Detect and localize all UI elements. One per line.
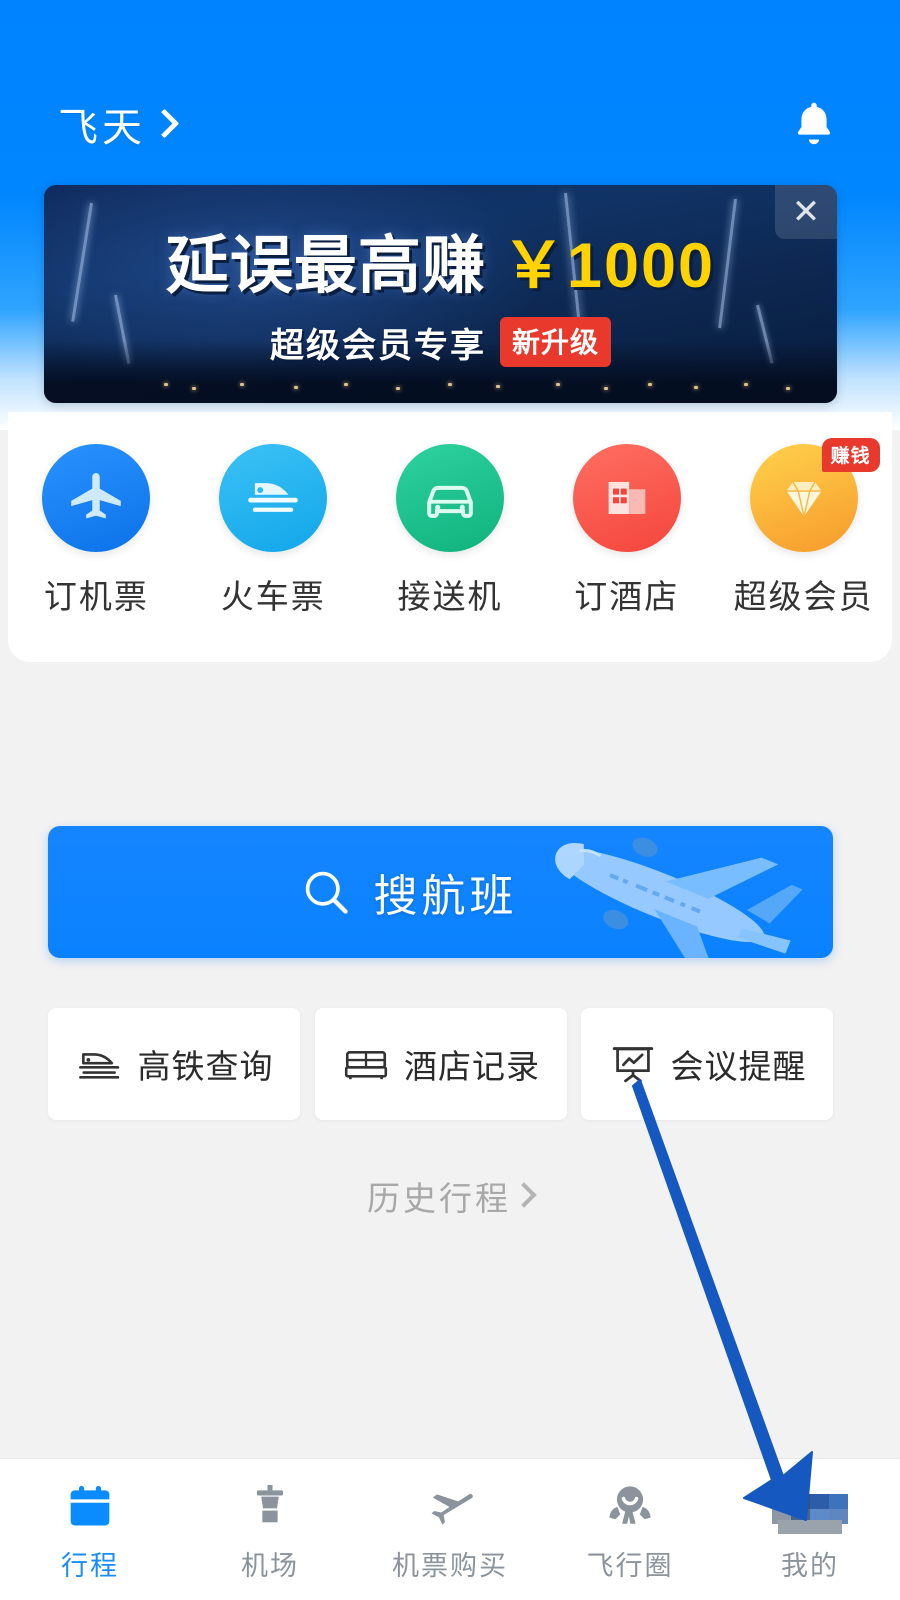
tab-ticket-purchase[interactable]: 机票购买 [360, 1476, 540, 1583]
tab-label: 机场 [241, 1551, 299, 1581]
airplane-illustration [555, 837, 803, 958]
tab-label: 我的 [781, 1551, 839, 1581]
banner-close-button[interactable]: ✕ [775, 185, 837, 239]
app-header: 飞天 [0, 78, 900, 170]
shortcut-highspeed-rail[interactable]: 高铁查询 [48, 1008, 300, 1120]
shortcut-label: 酒店记录 [404, 1048, 540, 1085]
quick-action-label: 订酒店 [574, 578, 680, 615]
quick-action-icon-circle [572, 444, 681, 552]
quick-action-icon-circle [219, 444, 328, 552]
quick-actions-card: 订机票 火车票 接送机 订酒店 赚钱 超级会员 [8, 412, 892, 662]
tab-icon-wrap [772, 1476, 848, 1534]
control-tower-icon [256, 1484, 284, 1523]
bell-icon [797, 102, 831, 145]
search-icon [305, 871, 348, 914]
app-root: 飞天 延误最高赚 ￥1000 超级会员专享 新升级 ✕ 订机票 火车票 接送机 … [0, 0, 900, 1600]
history-trips-link[interactable]: 历史行程 [0, 1172, 900, 1220]
quick-action-train[interactable]: 火车票 [193, 444, 353, 618]
bottom-tab-bar: 行程 机场 机票购买 飞行圈 我的 [0, 1458, 900, 1600]
shortcut-hotel-records[interactable]: 酒店记录 [314, 1008, 567, 1120]
quick-action-icon-circle [395, 444, 504, 552]
community-icon [609, 1486, 651, 1524]
tab-label: 机票购买 [392, 1551, 508, 1581]
tab-airport[interactable]: 机场 [180, 1476, 360, 1583]
city-lights-decoration [44, 383, 837, 397]
chevron-right-icon [515, 1182, 533, 1210]
quick-action-super-member[interactable]: 赚钱 超级会员 [724, 438, 884, 618]
shortcut-card-row: 高铁查询 酒店记录 会议提醒 [48, 1008, 833, 1120]
tab-icon-wrap [63, 1476, 117, 1534]
quick-action-hotel[interactable]: 订酒店 [547, 444, 707, 618]
tab-profile[interactable]: 我的 [720, 1476, 900, 1583]
search-button-label: 搜航班 [373, 872, 518, 921]
notification-bell-button[interactable] [784, 92, 844, 156]
airplane-icon [71, 472, 122, 519]
airplane-icon [431, 1493, 473, 1525]
presentation-board-icon [612, 1047, 653, 1083]
quick-action-label: 超级会员 [733, 578, 874, 615]
quick-action-label: 火车票 [220, 578, 326, 615]
banner-headline: 延误最高赚 [165, 231, 486, 301]
shortcut-label: 高铁查询 [137, 1048, 274, 1085]
tab-trips[interactable]: 行程 [0, 1476, 180, 1583]
banner-headline-row: 延误最高赚 ￥1000 [44, 215, 837, 306]
brand-button[interactable]: 飞天 [58, 95, 174, 153]
brand-label: 飞天 [58, 106, 146, 150]
banner-badge: 新升级 [499, 317, 611, 367]
tab-label: 行程 [61, 1551, 119, 1581]
quick-action-icon-circle [42, 444, 151, 552]
tab-icon-wrap [243, 1476, 297, 1534]
search-flight-button[interactable]: 搜航班 [48, 826, 833, 958]
quick-action-label: 订机票 [43, 578, 149, 615]
chevron-right-icon [152, 107, 174, 141]
train-icon [248, 483, 298, 512]
history-trips-label: 历史行程 [367, 1180, 511, 1217]
hotel-icon [608, 482, 646, 514]
diamond-icon [786, 481, 822, 517]
quick-action-badge: 赚钱 [821, 438, 880, 472]
banner-amount: ￥1000 [501, 231, 716, 301]
tab-community[interactable]: 飞行圈 [540, 1476, 720, 1583]
bed-icon [344, 1051, 388, 1080]
search-button-content: 搜航班 [300, 860, 518, 924]
tab-icon-wrap [421, 1476, 479, 1534]
tab-label: 飞行圈 [586, 1551, 674, 1581]
promo-banner[interactable]: 延误最高赚 ￥1000 超级会员专享 新升级 ✕ [44, 185, 837, 403]
tab-icon-wrap [602, 1476, 658, 1534]
profile-icon [772, 1476, 848, 1534]
car-icon [427, 485, 473, 518]
close-icon: ✕ [791, 193, 821, 231]
banner-subtitle: 超级会员专享 [269, 326, 486, 365]
quick-action-transfer[interactable]: 接送机 [370, 444, 530, 618]
quick-action-label: 接送机 [397, 578, 503, 615]
train-front-icon [78, 1053, 119, 1079]
shortcut-label: 会议提醒 [670, 1048, 807, 1085]
shortcut-meeting-reminder[interactable]: 会议提醒 [581, 1008, 833, 1120]
banner-subtitle-row: 超级会员专享 新升级 [44, 317, 837, 367]
calendar-icon [70, 1485, 110, 1526]
quick-action-flight[interactable]: 订机票 [16, 444, 176, 618]
